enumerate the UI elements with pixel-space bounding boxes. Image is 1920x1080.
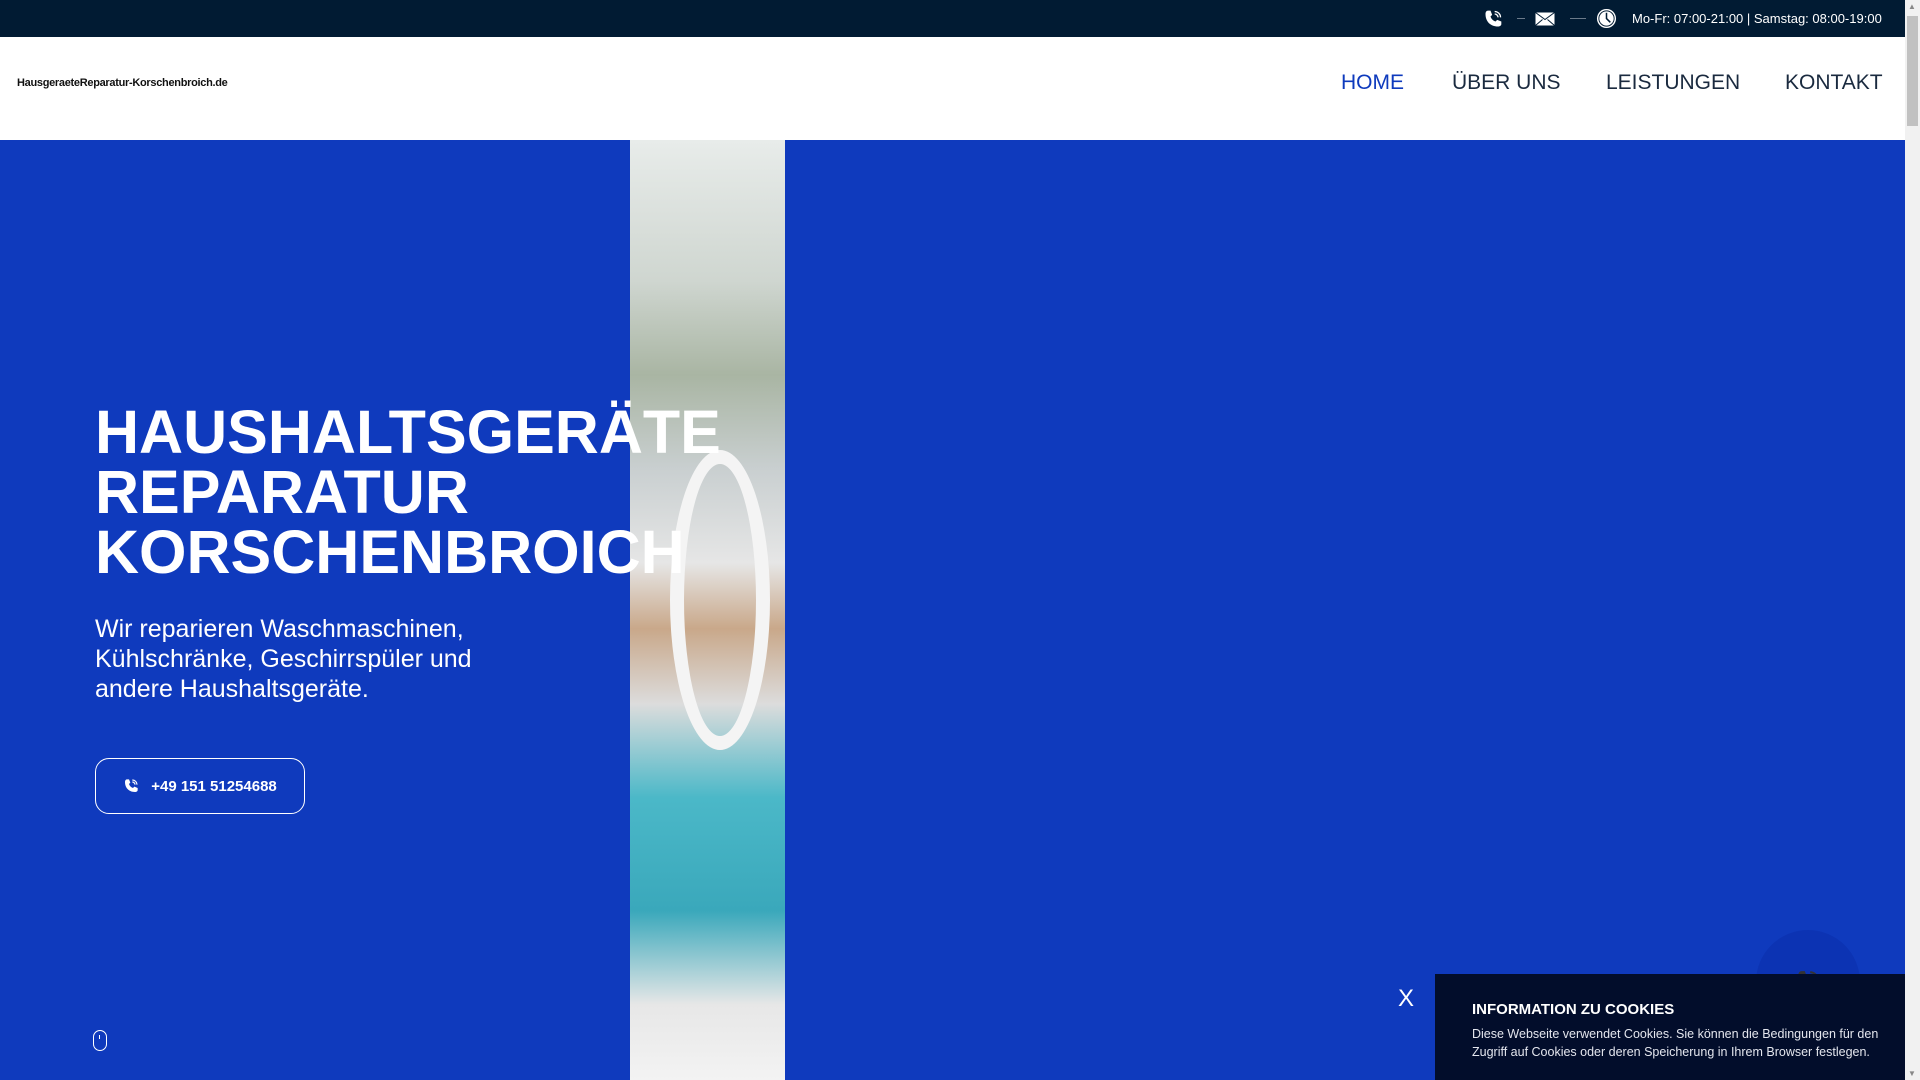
nav-ueber-uns[interactable]: ÜBER UNS [1452, 71, 1561, 95]
logo[interactable]: HausgeraeteReparatur-Korschenbroich.de [17, 77, 228, 89]
scroll-down-icon[interactable] [93, 1030, 107, 1051]
washing-machine-image [630, 140, 785, 1080]
cookie-banner: INFORMATION ZU COOKIES Diese Webseite ve… [1435, 974, 1905, 1080]
opening-hours: Mo-Fr: 07:00-21:00 | Samstag: 08:00-19:0… [1632, 11, 1882, 26]
scroll-up-arrow[interactable]: ▲ [1908, 2, 1916, 11]
top-bar: Mo-Fr: 07:00-21:00 | Samstag: 08:00-19:0… [0, 0, 1905, 37]
nav-kontakt[interactable]: KONTAKT [1785, 71, 1883, 95]
scroll-down-arrow[interactable]: ▼ [1908, 1069, 1916, 1078]
nav-leistungen[interactable]: LEISTUNGEN [1606, 71, 1740, 95]
phone-icon[interactable] [1483, 0, 1503, 37]
hero-subtitle: Wir reparieren Waschmaschinen, Kühlschrä… [95, 615, 472, 703]
clock-icon [1596, 0, 1617, 37]
hero-section: HAUSHALTSGERÄTE REPARATUR KORSCHENBROICH… [0, 140, 1905, 1080]
main-navigation: HausgeraeteReparatur-Korschenbroich.de H… [0, 37, 1905, 140]
divider [1517, 18, 1525, 19]
scrollbar-thumb[interactable] [1907, 16, 1918, 126]
nav-home[interactable]: HOME [1341, 71, 1404, 95]
cookie-title: INFORMATION ZU COOKIES [1472, 1001, 1675, 1018]
phone-icon [125, 779, 138, 792]
call-button-label: +49 151 51254688 [151, 777, 277, 795]
title-line: REPARATUR [95, 458, 469, 526]
title-line: HAUSHALTSGERÄTE [95, 398, 721, 466]
hero-title: HAUSHALTSGERÄTE REPARATUR KORSCHENBROICH [95, 398, 721, 586]
divider [1570, 18, 1586, 19]
scrollbar[interactable]: ▲ ▼ [1905, 0, 1920, 1080]
call-button[interactable]: +49 151 51254688 [95, 758, 305, 814]
cookie-text: Diese Webseite verwendet Cookies. Sie kö… [1472, 1027, 1879, 1059]
email-icon[interactable] [1535, 0, 1555, 37]
title-line: KORSCHENBROICH [95, 518, 685, 586]
cookie-close-button[interactable]: X [1398, 985, 1414, 1013]
